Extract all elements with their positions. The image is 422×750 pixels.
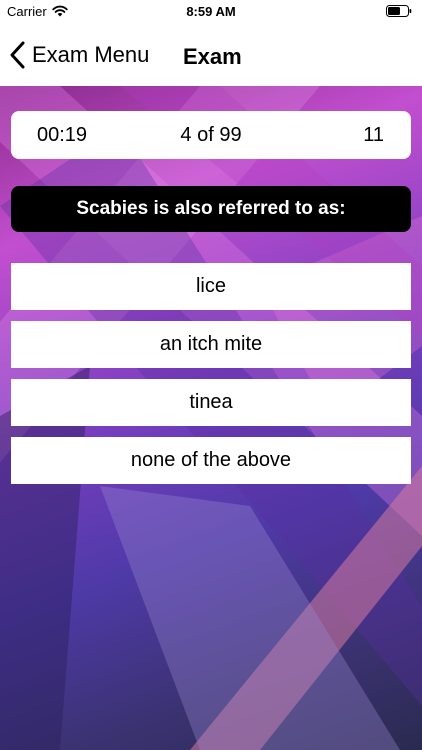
answer-option[interactable]: none of the above [11, 437, 411, 484]
score: 11 [363, 124, 384, 146]
status-time: 8:59 AM [186, 4, 236, 19]
status-bar: Carrier 8:59 AM [0, 0, 422, 24]
question-text: Scabies is also referred to as: [11, 186, 411, 232]
back-button[interactable]: Exam Menu [8, 38, 149, 72]
chevron-left-icon [10, 41, 25, 69]
question-counter: 4 of 99 [180, 124, 242, 146]
exam-info-panel: 00:19 4 of 99 11 [11, 111, 411, 159]
back-button-label: Exam Menu [32, 42, 150, 67]
exam-content: 00:19 4 of 99 11 Scabies is also referre… [0, 86, 422, 750]
exam-screen: Carrier 8:59 AM Exam Menu Exam 00:19 4 o… [0, 0, 422, 750]
battery-icon [386, 5, 412, 17]
page-title: Exam [183, 44, 242, 69]
navigation-bar: Exam Menu Exam [0, 24, 422, 86]
answer-option[interactable]: lice [11, 263, 411, 310]
answer-option[interactable]: an itch mite [11, 321, 411, 368]
answer-option[interactable]: tinea [11, 379, 411, 426]
